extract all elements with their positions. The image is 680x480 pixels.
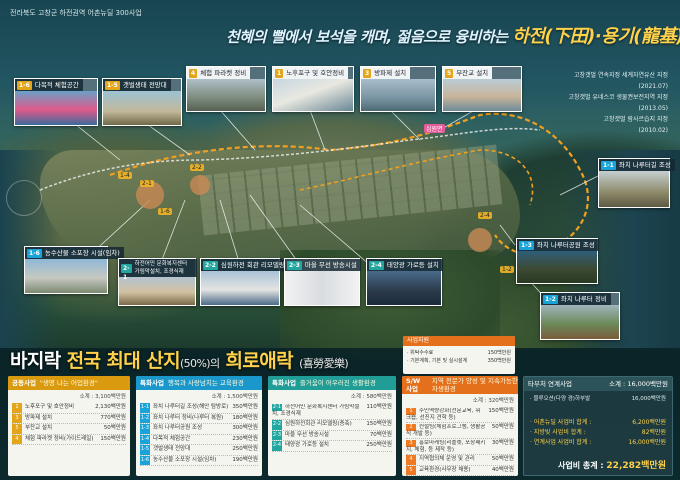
list-item: 1-5 갯벌생태 전망대 250백만원 [140,445,258,456]
info-line: (2013.05) [638,105,669,112]
map-marker[interactable]: 2-1 [140,180,154,187]
photo-card[interactable]: 1-5 갯벌생태 전망대 [102,78,182,126]
list-item: 1-3 좌치 나루터공원 조성 300백만원 [140,424,258,435]
main-title: 바지락 전국 최대 산지(50%)의 희로애락 (喜勞愛樂) [10,350,349,372]
project-route [109,112,590,256]
leader-line [309,109,326,151]
list-item: 5 부잔교 설치 50백만원 [12,424,126,435]
support-header: 사업지원 [403,336,515,346]
project-label: 전라북도 고창군 하전권역 어촌뉴딜 300사업 [10,9,142,17]
list-item: 3 방파제 설치 770백만원 [12,413,126,424]
list-item: 1-6 농수산물 소포장 시설(임차) 190백만원 [140,455,258,466]
map-marker[interactable]: 2-2 [190,164,204,171]
map-marker[interactable]: 심원면 [424,124,445,133]
list-item: 3 홍보마케팅(리플렛, 포장패키지, 체험, 등 제작 등) 30백만원 [406,439,514,455]
list-item: 2-2 심원하전회관 리모델링(증축) 150백만원 [272,420,392,431]
leader-line [389,109,421,141]
list-item: 1-1 좌치 나루터길 조성(해안 탐방로) 350백만원 [140,403,258,414]
info-line: (2021.07) [638,83,669,90]
photo-card[interactable]: 1-6 다목적 체험공간 [14,78,98,126]
info-line: 고창갯벌 연속지정 세계자연유산 지정 [573,72,668,79]
photo-card[interactable]: 2-3 마을 무선 방송시설 [284,258,361,306]
linked-row: · 블루오션(다양 경)하부발 16,000백만원 [530,396,666,402]
linked-header: 타부처 연계사업 [528,380,572,388]
support-box: 사업지원 · 위탁수수료 150백만원 · 기본계획, 기본 및 실시설계 350백… [403,336,515,374]
info-line: 고창갯벌 유네스코 생물권보전지역 지정 [568,94,668,101]
map-marker[interactable]: 2-4 [478,212,492,219]
slogan: 천혜의 뻘에서 보석을 캐며, 젊음으로 융비하는 하전(下田)·용기(龍基) … [226,22,680,48]
photo-card[interactable]: 2-4 태양광 가로등 설치 [366,258,443,306]
support-row: · 기본계획, 기본 및 실시설계 350백만원 [407,358,511,364]
list-item: 2 컨설팅(체험프로그램, 생활공식 개발 등) 50백만원 [406,423,514,439]
project-box-common: 공동사업 "생명 나는 어업환경" 소계 : 3,100백만원 1 노후포구 및 호… [8,376,130,476]
map-marker[interactable]: 1-4 [118,172,132,179]
list-item: 1-4 다목적 체험공간 230백만원 [140,434,258,445]
photo-card[interactable]: 5 부잔교 설치 [442,66,522,112]
photo-card[interactable]: 1-3 좌치 나루터공원 조성 [516,238,599,284]
slogan-place: 하전(下田)·용기(龍基) 포구 [512,26,680,47]
map-marker[interactable]: 1-6 [158,208,172,215]
leader-line [219,109,256,151]
photo-card[interactable]: 1-1 좌치 나루터길 조성 [598,158,675,208]
village-marker [190,175,210,195]
support-row: · 위탁수수료 150백만원 [407,350,511,356]
total-row: · 연계사업 사업비 합계 :16,000백만원 [530,439,666,446]
leader-line [559,174,601,196]
map-marker[interactable]: 1-2 [500,266,514,273]
info-line: 고창갯벌 람사르습지 지정 [603,116,668,123]
photo-card[interactable]: 1 노후포구 및 호안정비 [272,66,354,112]
page: 전라북도 고창군 하전권역 어촌뉴딜 300사업 천혜의 뻘에서 보석을 캐며,… [0,0,680,480]
list-item: 5 교육환경(사무장 채용) 40백만원 [406,465,514,476]
photo-card[interactable]: 1-2 좌치 나루터 정비 [540,292,620,340]
photo-card[interactable]: 1-6 농수산물 소포장 시설(임차) [24,246,124,294]
leader-line [439,109,476,131]
photo-card[interactable]: 2-2 심원하전 회관 리모델링 [200,258,289,306]
list-item: 2-1 하전어민 문화복지센터 가림막설치, 조경식재 110백만원 [272,403,392,420]
photo-card[interactable]: 4 체험 파라켓 정비 [186,66,266,112]
designation-info: 고창갯벌 연속지정 세계자연유산 지정 (2021.07) 고창갯벌 유네스코 … [568,70,668,136]
photo-card[interactable]: 3 방파제 설치 [360,66,436,112]
list-item: 4 체험 파라켓 정비(가이드레일) 150백만원 [12,434,126,445]
project-box-special-living: 특화사업 즐거움이 어우러진 생활환경 소계 : 580백만원 2-1 하전어민 문… [268,376,396,476]
grand-total: 사업비 총계 : 22,282백만원 [558,461,666,471]
list-item: 2-4 태양광 가로등 설치 250백만원 [272,441,392,452]
project-box-special-education: 특화사업 행복과 사랑넘치는 교육환경 소계 : 1,500백만원 1-1 좌치 나… [136,376,262,476]
main-road [39,127,541,191]
project-box-software: S/W 사업 지역 전문가 양성 및 지속가능한 자생환경 소계 : 320백만원… [402,376,518,476]
total-row: · 어촌뉴딜 사업비 합계 :6,200백만원 [530,419,666,426]
photo-card[interactable]: 2-1 하전어민 문화복지센터 가림막설치, 조경식재 [118,258,197,306]
slogan-text: 천혜의 뻘에서 보석을 캐며, 젊음으로 융비하는 [226,28,508,46]
list-item: 2-3 마을 무선 방송시설 70백만원 [272,430,392,441]
list-item: 1 노후포구 및 호안정비 2,130백만원 [12,403,126,414]
leader-line [249,194,301,266]
list-item: 1 주민역량강화(전문교육, 워크숍, 선진지 견학 등) 150백만원 [406,407,514,423]
leader-line [299,204,371,266]
linked-projects-box: 타부처 연계사업 소계 : 16,000백만원 · 블루오션(다양 경)하부발 16… [523,376,673,476]
list-item: 1-2 좌치 나루터 정비(나루터 복원) 180백만원 [140,413,258,424]
leader-line [219,199,241,266]
village-marker [468,228,492,252]
project-route-lower [299,149,534,206]
info-line: (2010.02) [638,127,669,134]
total-row: · 지방빚 사업비 합계 :82백만원 [530,429,666,436]
list-item: 4 지역협의체 운영 및 관리 50백만원 [406,455,514,466]
